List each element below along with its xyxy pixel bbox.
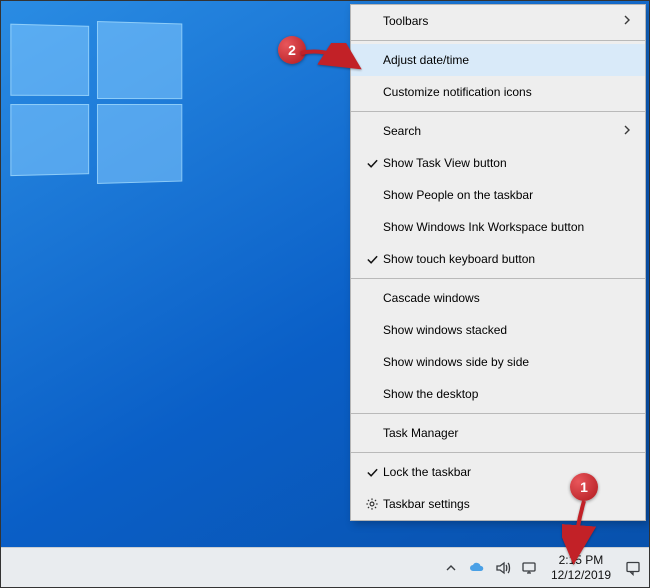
menu-item-label: Show touch keyboard button <box>383 252 633 266</box>
menu-item-label: Show the desktop <box>383 387 633 401</box>
taskbar-context-menu: Toolbars Adjust date/time Customize notifi… <box>350 4 646 521</box>
onedrive-icon[interactable] <box>469 560 485 576</box>
menu-item-show-task-view-button[interactable]: Show Task View button <box>351 147 645 179</box>
menu-item-label: Customize notification icons <box>383 85 633 99</box>
menu-item-adjust-date-time[interactable]: Adjust date/time <box>351 44 645 76</box>
menu-separator <box>351 413 645 414</box>
menu-separator <box>351 111 645 112</box>
chevron-right-icon <box>621 124 633 139</box>
check-icon <box>361 157 383 170</box>
menu-separator <box>351 40 645 41</box>
menu-item-task-manager[interactable]: Task Manager <box>351 417 645 449</box>
menu-separator <box>351 452 645 453</box>
menu-item-label: Lock the taskbar <box>383 465 633 479</box>
menu-item-cascade-windows[interactable]: Cascade windows <box>351 282 645 314</box>
windows-logo <box>10 24 176 184</box>
menu-item-show-windows-ink-workspace-button[interactable]: Show Windows Ink Workspace button <box>351 211 645 243</box>
menu-item-search[interactable]: Search <box>351 115 645 147</box>
menu-item-label: Show windows stacked <box>383 323 633 337</box>
menu-item-label: Taskbar settings <box>383 497 633 511</box>
menu-item-show-the-desktop[interactable]: Show the desktop <box>351 378 645 410</box>
volume-icon[interactable] <box>495 560 511 576</box>
menu-item-label: Task Manager <box>383 426 633 440</box>
menu-item-label: Show Windows Ink Workspace button <box>383 220 633 234</box>
taskbar[interactable]: 2:15 PM 12/12/2019 <box>1 547 649 587</box>
menu-item-label: Cascade windows <box>383 291 633 305</box>
menu-item-label: Toolbars <box>383 14 621 28</box>
menu-item-label: Show People on the taskbar <box>383 188 633 202</box>
taskbar-time: 2:15 PM <box>551 553 611 567</box>
menu-item-show-touch-keyboard-button[interactable]: Show touch keyboard button <box>351 243 645 275</box>
system-tray <box>437 560 543 576</box>
network-icon[interactable] <box>521 560 537 576</box>
check-icon <box>361 466 383 479</box>
menu-item-label: Show Task View button <box>383 156 633 170</box>
menu-item-show-people-on-the-taskbar[interactable]: Show People on the taskbar <box>351 179 645 211</box>
menu-separator <box>351 278 645 279</box>
gear-icon <box>361 497 383 511</box>
menu-item-lock-the-taskbar[interactable]: Lock the taskbar <box>351 456 645 488</box>
taskbar-clock[interactable]: 2:15 PM 12/12/2019 <box>543 553 619 582</box>
check-icon <box>361 253 383 266</box>
taskbar-date: 12/12/2019 <box>551 568 611 582</box>
menu-item-label: Search <box>383 124 621 138</box>
action-center-button[interactable] <box>619 548 647 588</box>
menu-item-show-windows-stacked[interactable]: Show windows stacked <box>351 314 645 346</box>
menu-item-taskbar-settings[interactable]: Taskbar settings <box>351 488 645 520</box>
menu-item-label: Show windows side by side <box>383 355 633 369</box>
screenshot-frame: Toolbars Adjust date/time Customize notifi… <box>0 0 650 588</box>
menu-item-show-windows-side-by-side[interactable]: Show windows side by side <box>351 346 645 378</box>
menu-item-toolbars[interactable]: Toolbars <box>351 5 645 37</box>
menu-item-customize-notification-icons[interactable]: Customize notification icons <box>351 76 645 108</box>
menu-item-label: Adjust date/time <box>383 53 633 67</box>
tray-overflow-caret-icon[interactable] <box>443 560 459 576</box>
chevron-right-icon <box>621 14 633 29</box>
